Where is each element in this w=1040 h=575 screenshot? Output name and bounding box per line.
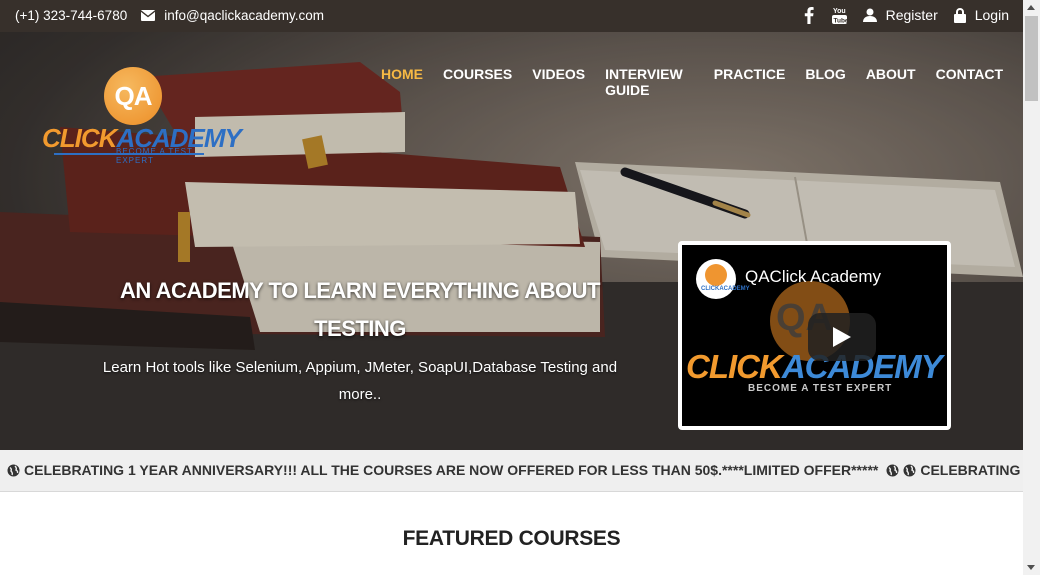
hero-subtitle: Learn Hot tools like Selenium, Appium, J… <box>102 359 618 403</box>
hero-title: AN ACADEMY TO LEARN EVERYTHING ABOUT TES… <box>120 278 600 341</box>
nav-home[interactable]: HOME <box>381 66 423 98</box>
email-link[interactable]: info@qaclickacademy.com <box>141 8 324 23</box>
announcement-marquee: CELEBRATING 1 YEAR ANNIVERSARY!!! ALL TH… <box>0 450 1023 492</box>
channel-avatar-brand-part1: CLICK <box>701 286 720 292</box>
main-navigation: HOME COURSES VIDEOS INTERVIEW GUIDE PRAC… <box>381 66 1023 98</box>
top-bar: (+1) 323-744-6780 info@qaclickacademy.co… <box>0 0 1023 32</box>
login-link[interactable]: Login <box>953 7 1009 23</box>
contact-info: (+1) 323-744-6780 info@qaclickacademy.co… <box>15 8 324 23</box>
email-address: info@qaclickacademy.com <box>164 8 324 23</box>
featured-courses-heading: FEATURED COURSES <box>402 527 621 550</box>
top-bar-actions: You Tube Register Login <box>786 6 1009 24</box>
register-link[interactable]: Register <box>862 7 938 23</box>
marquee-track: CELEBRATING 1 YEAR ANNIVERSARY!!! ALL TH… <box>7 462 1023 478</box>
logo-tagline: BECOME A TEST EXPERT <box>116 147 193 165</box>
qaclick-logo[interactable]: QA CLICKACADEMY BECOME A TEST EXPERT <box>40 67 242 165</box>
channel-avatar-badge <box>705 264 727 286</box>
intro-video-embed[interactable]: QA CLICKACADEMY QAClick Academy CLICKACA… <box>678 241 951 430</box>
scroll-down-arrow-icon[interactable] <box>1027 565 1035 570</box>
lock-icon <box>953 7 966 23</box>
play-icon <box>833 327 851 347</box>
logo-mark: QA <box>114 81 153 111</box>
youtube-icon[interactable]: You Tube <box>831 6 847 25</box>
logo-brand-part1: CLICK <box>42 123 117 153</box>
hero-banner: QA CLICKACADEMY BECOME A TEST EXPERT HOM… <box>0 32 1023 450</box>
play-button[interactable] <box>808 313 876 361</box>
marquee-text-repeat: CELEBRATING 1 YEAR ANNIVERSARY!!! ALL TH… <box>920 462 1023 478</box>
envelope-icon <box>141 10 156 21</box>
nav-about[interactable]: ABOUT <box>866 66 916 98</box>
page-scrollbar[interactable] <box>1023 0 1040 575</box>
marquee-text: CELEBRATING 1 YEAR ANNIVERSARY!!! ALL TH… <box>24 462 879 478</box>
globe-icon <box>903 464 916 477</box>
login-label: Login <box>974 7 1009 23</box>
video-title[interactable]: QAClick Academy <box>745 267 881 287</box>
video-brand-part1: CLICK <box>686 348 783 385</box>
nav-practice[interactable]: PRACTICE <box>714 66 786 98</box>
user-icon <box>862 8 877 22</box>
nav-contact[interactable]: CONTACT <box>936 66 1003 98</box>
nav-interview-guide[interactable]: INTERVIEW GUIDE <box>605 66 694 98</box>
facebook-icon[interactable] <box>804 6 814 24</box>
phone-number: (+1) 323-744-6780 <box>15 8 128 23</box>
nav-blog[interactable]: BLOG <box>805 66 845 98</box>
globe-icon <box>7 464 20 477</box>
video-tagline: BECOME A TEST EXPERT <box>748 383 893 394</box>
scrollbar-thumb[interactable] <box>1025 16 1038 101</box>
nav-videos[interactable]: VIDEOS <box>532 66 585 98</box>
svg-text:You: You <box>833 8 846 15</box>
channel-avatar[interactable]: CLICKACADEMY <box>696 259 750 299</box>
scroll-up-arrow-icon[interactable] <box>1027 5 1035 10</box>
svg-text:Tube: Tube <box>833 18 847 25</box>
globe-icon <box>886 464 899 477</box>
nav-courses[interactable]: COURSES <box>443 66 512 98</box>
register-label: Register <box>885 7 938 23</box>
channel-avatar-brand: CLICKACADEMY <box>701 286 750 292</box>
